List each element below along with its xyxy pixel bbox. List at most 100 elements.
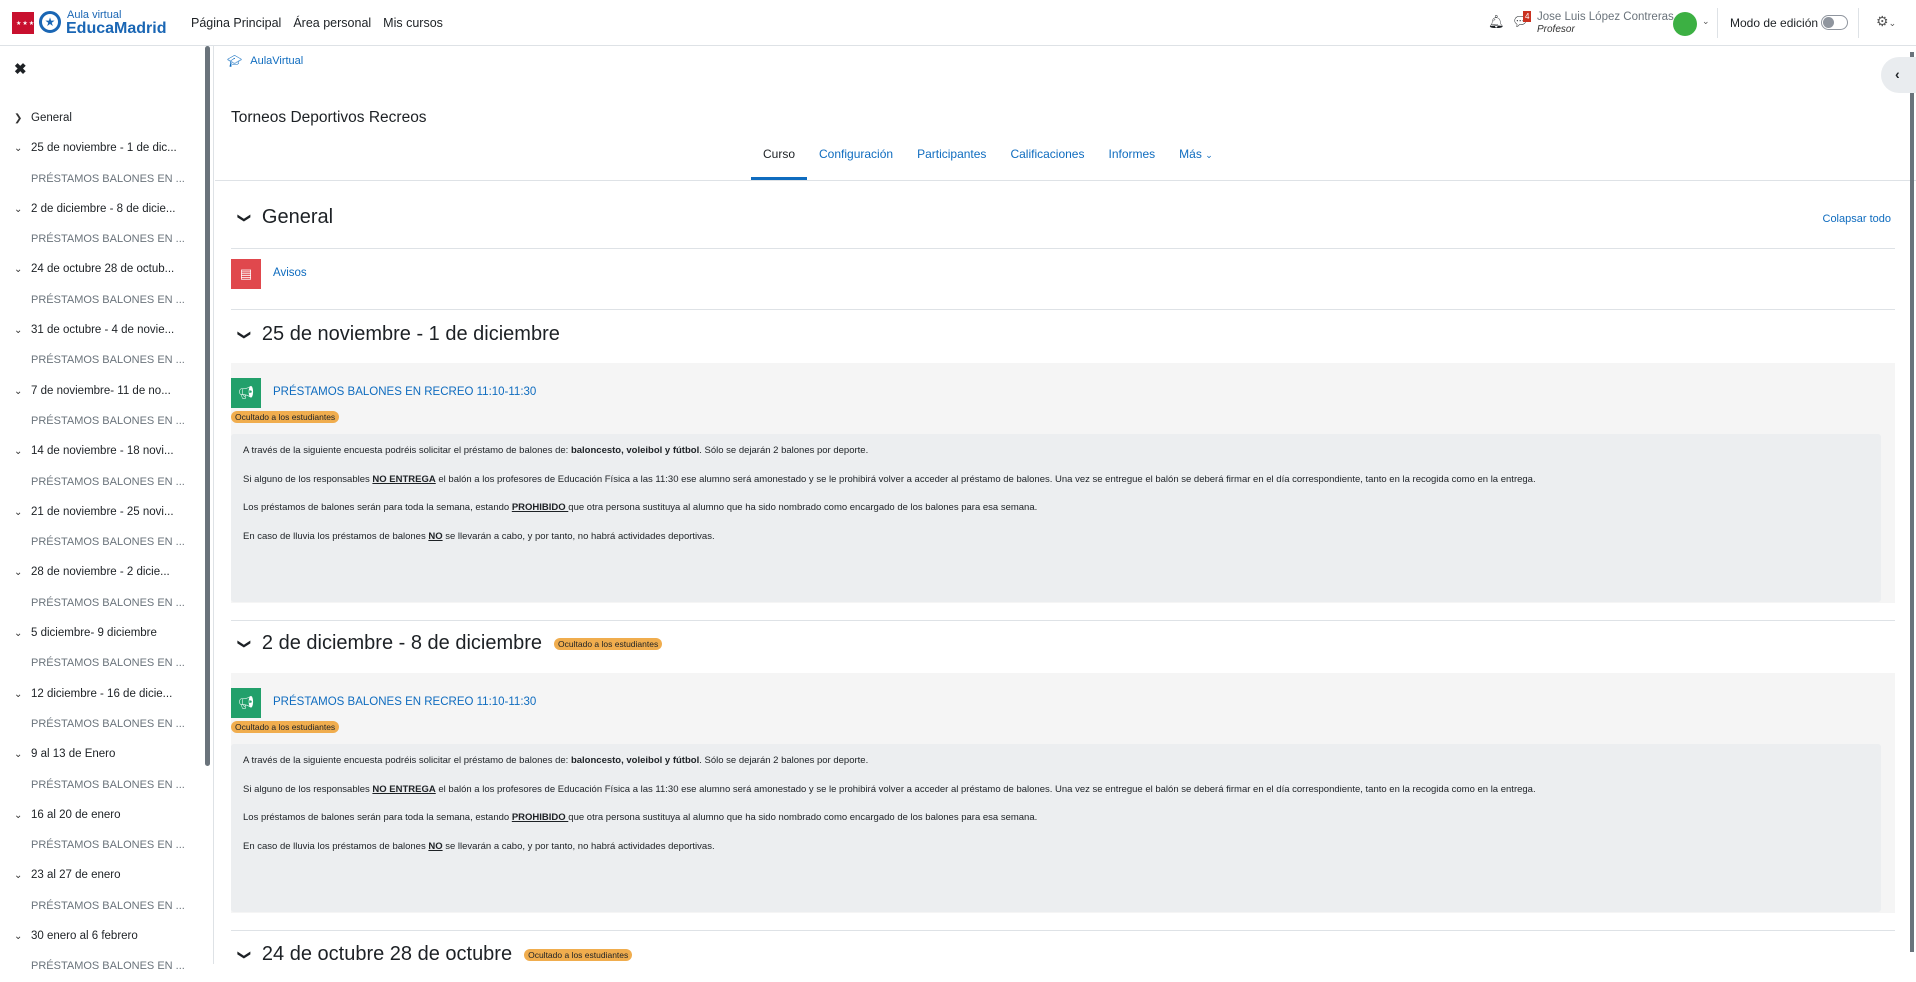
chevron-down-icon[interactable]: ⌄: [14, 377, 31, 406]
tab-calificaciones[interactable]: Calificaciones: [998, 144, 1096, 180]
collapse-all-link[interactable]: Colapsar todo: [1823, 213, 1892, 225]
nav-pagina-principal[interactable]: Página Principal: [191, 16, 281, 30]
course-index-activity[interactable]: PRÉSTAMOS BALONES EN ...: [14, 891, 204, 921]
course-index-activity[interactable]: PRÉSTAMOS BALONES EN ...: [14, 588, 204, 618]
course-index-activity[interactable]: PRÉSTAMOS BALONES EN ...: [14, 467, 204, 497]
course-index-section[interactable]: ⌄ 7 de noviembre- 11 de no...: [14, 376, 204, 406]
course-index-label: 30 enero al 6 febrero: [31, 930, 138, 943]
tab-configuracion[interactable]: Configuración: [807, 144, 905, 180]
chevron-down-icon[interactable]: ⌄: [14, 316, 31, 345]
avisos-link[interactable]: Avisos: [273, 267, 307, 279]
page-scrollbar[interactable]: [1910, 52, 1914, 952]
course-index-activity[interactable]: PRÉSTAMOS BALONES EN ...: [14, 164, 204, 194]
course-index-activity[interactable]: PRÉSTAMOS BALONES EN ...: [14, 285, 204, 315]
chevron-down-icon[interactable]: ⌄: [14, 255, 31, 284]
course-index-activity[interactable]: PRÉSTAMOS BALONES EN ...: [14, 345, 204, 375]
text: A través de la siguiente encuesta podréi…: [243, 755, 571, 766]
user-role: Profesor: [1537, 24, 1575, 35]
course-index-section[interactable]: ❯ General: [14, 103, 204, 133]
user-menu-chevron-icon[interactable]: ⌄: [1702, 16, 1710, 27]
divider: [231, 930, 1895, 931]
chevron-down-icon[interactable]: ⌄: [14, 619, 31, 648]
text: Los préstamos de balones serán para toda…: [243, 502, 512, 513]
course-index-activity[interactable]: PRÉSTAMOS BALONES EN ...: [14, 951, 204, 981]
bold-text: NO ENTREGA: [372, 473, 436, 485]
section-title: 25 de noviembre - 1 de diciembre: [261, 323, 560, 345]
course-index-section[interactable]: ⌄ 21 de noviembre - 25 novi...: [14, 497, 204, 527]
open-block-drawer-button[interactable]: ‹: [1881, 57, 1916, 93]
course-index-activity[interactable]: PRÉSTAMOS BALONES EN ...: [14, 830, 204, 860]
course-index-activity[interactable]: PRÉSTAMOS BALONES EN ...: [14, 648, 204, 678]
bold-text: baloncesto, voleibol y fútbol: [570, 445, 700, 456]
course-index-section[interactable]: ⌄ 25 de noviembre - 1 de dic...: [14, 133, 204, 163]
logo-title[interactable]: EducaMadrid: [66, 20, 166, 38]
course-index-section[interactable]: ⌄ 5 diciembre- 9 diciembre: [14, 618, 204, 648]
course-index-activity[interactable]: PRÉSTAMOS BALONES EN ...: [14, 770, 204, 800]
chevron-down-icon[interactable]: ⌄: [14, 680, 31, 709]
chevron-down-icon[interactable]: ⌄: [14, 134, 31, 163]
close-drawer-icon[interactable]: ✖: [14, 60, 27, 78]
course-index-activity[interactable]: PRÉSTAMOS BALONES EN ...: [14, 709, 204, 739]
course-index-section[interactable]: ⌄ 9 al 13 de Enero: [14, 739, 204, 769]
course-index-label: 7 de noviembre- 11 de no...: [31, 384, 171, 397]
course-index-section[interactable]: ⌄ 12 diciembre - 16 de dicie...: [14, 679, 204, 709]
course-index-label: PRÉSTAMOS BALONES EN ...: [31, 233, 185, 246]
course-index-section[interactable]: ⌄ 30 enero al 6 febrero: [14, 921, 204, 951]
nav-mis-cursos[interactable]: Mis cursos: [383, 16, 443, 30]
course-index-section[interactable]: ⌄ 28 de noviembre - 2 dicie...: [14, 557, 204, 587]
sidebar-scrollbar[interactable]: [205, 46, 210, 766]
tab-participantes[interactable]: Participantes: [905, 144, 998, 180]
chevron-down-icon[interactable]: ⌄: [14, 437, 31, 466]
course-index-section[interactable]: ⌄ 24 de octubre 28 de octub...: [14, 254, 204, 284]
chevron-down-icon[interactable]: ⌄: [14, 558, 31, 587]
settings-gear-icon[interactable]: ⚙︎⌄: [1876, 13, 1896, 30]
chevron-down-icon[interactable]: ⌄: [14, 801, 31, 830]
chevron-down-icon[interactable]: ❯: [236, 212, 252, 223]
tab-informes[interactable]: Informes: [1096, 144, 1167, 180]
section-header[interactable]: ❯ 2 de diciembre - 8 de diciembre Ocultado…: [236, 632, 663, 655]
activity-link[interactable]: PRÉSTAMOS BALONES EN RECREO 11:10-11:30: [273, 386, 536, 398]
user-avatar[interactable]: [1673, 12, 1697, 36]
chevron-right-icon[interactable]: ❯: [14, 104, 31, 133]
course-index-section[interactable]: ⌄ 2 de diciembre - 8 de dicie...: [14, 194, 204, 224]
section-header[interactable]: ❯ 25 de noviembre - 1 de diciembre: [236, 323, 560, 346]
chevron-down-icon[interactable]: ❯: [236, 949, 252, 960]
chevron-down-icon[interactable]: ❯: [236, 329, 252, 340]
forum-icon[interactable]: ▤: [231, 259, 261, 289]
course-index-section[interactable]: ⌄ 23 al 27 de enero: [14, 860, 204, 890]
chevron-down-icon[interactable]: ⌄: [14, 861, 31, 890]
megaphone-icon[interactable]: 📢︎: [231, 688, 261, 718]
divider: [231, 620, 1895, 621]
course-index-section[interactable]: ⌄ 31 de octubre - 4 de novie...: [14, 315, 204, 345]
tab-curso[interactable]: Curso: [751, 144, 808, 180]
desc-paragraph: A través de la siguiente encuesta podréi…: [243, 754, 1869, 783]
user-name[interactable]: Jose Luis López Contreras: [1537, 11, 1674, 23]
course-index-section[interactable]: ⌄ 14 de noviembre - 18 novi...: [14, 436, 204, 466]
course-index-section[interactable]: ⌄ 16 al 20 de enero: [14, 800, 204, 830]
section-general-header[interactable]: ❯ General: [236, 206, 333, 229]
text: que otra persona sustituya al alumno que…: [568, 812, 1038, 823]
text: el balón a los profesores de Educación F…: [435, 783, 1536, 795]
chevron-down-icon[interactable]: ⌄: [14, 740, 31, 769]
chevron-down-icon[interactable]: ❯: [236, 638, 252, 649]
megaphone-icon[interactable]: 📢︎: [231, 378, 261, 408]
breadcrumb-aulavirtual[interactable]: AulaVirtual: [250, 55, 303, 67]
course-index-activity[interactable]: PRÉSTAMOS BALONES EN ...: [14, 224, 204, 254]
chevron-down-icon[interactable]: ⌄: [14, 922, 31, 951]
section-header[interactable]: ❯ 24 de octubre 28 de octubre Ocultado a l…: [236, 943, 633, 966]
desc-paragraph: Los préstamos de balones serán para toda…: [243, 811, 1869, 840]
educamadrid-star-icon[interactable]: ★: [39, 11, 61, 33]
activity-link[interactable]: PRÉSTAMOS BALONES EN RECREO 11:10-11:30: [273, 696, 536, 708]
chevron-down-icon[interactable]: ⌄: [14, 498, 31, 527]
edit-mode-toggle[interactable]: [1821, 15, 1848, 30]
chevron-down-icon[interactable]: ⌄: [14, 195, 31, 224]
tab-mas-label: Más: [1179, 147, 1202, 161]
course-index-activity[interactable]: PRÉSTAMOS BALONES EN ...: [14, 527, 204, 557]
course-index-label: 31 de octubre - 4 de novie...: [31, 324, 175, 337]
nav-area-personal[interactable]: Área personal: [293, 16, 371, 30]
comunidad-madrid-logo[interactable]: ★★★★: [12, 12, 41, 34]
course-index-activity[interactable]: PRÉSTAMOS BALONES EN ...: [14, 406, 204, 436]
course-index-label: 2 de diciembre - 8 de dicie...: [31, 202, 176, 215]
tab-mas[interactable]: Más ⌄: [1167, 144, 1225, 180]
course-tabs: Curso Configuración Participantes Califi…: [751, 144, 1225, 180]
